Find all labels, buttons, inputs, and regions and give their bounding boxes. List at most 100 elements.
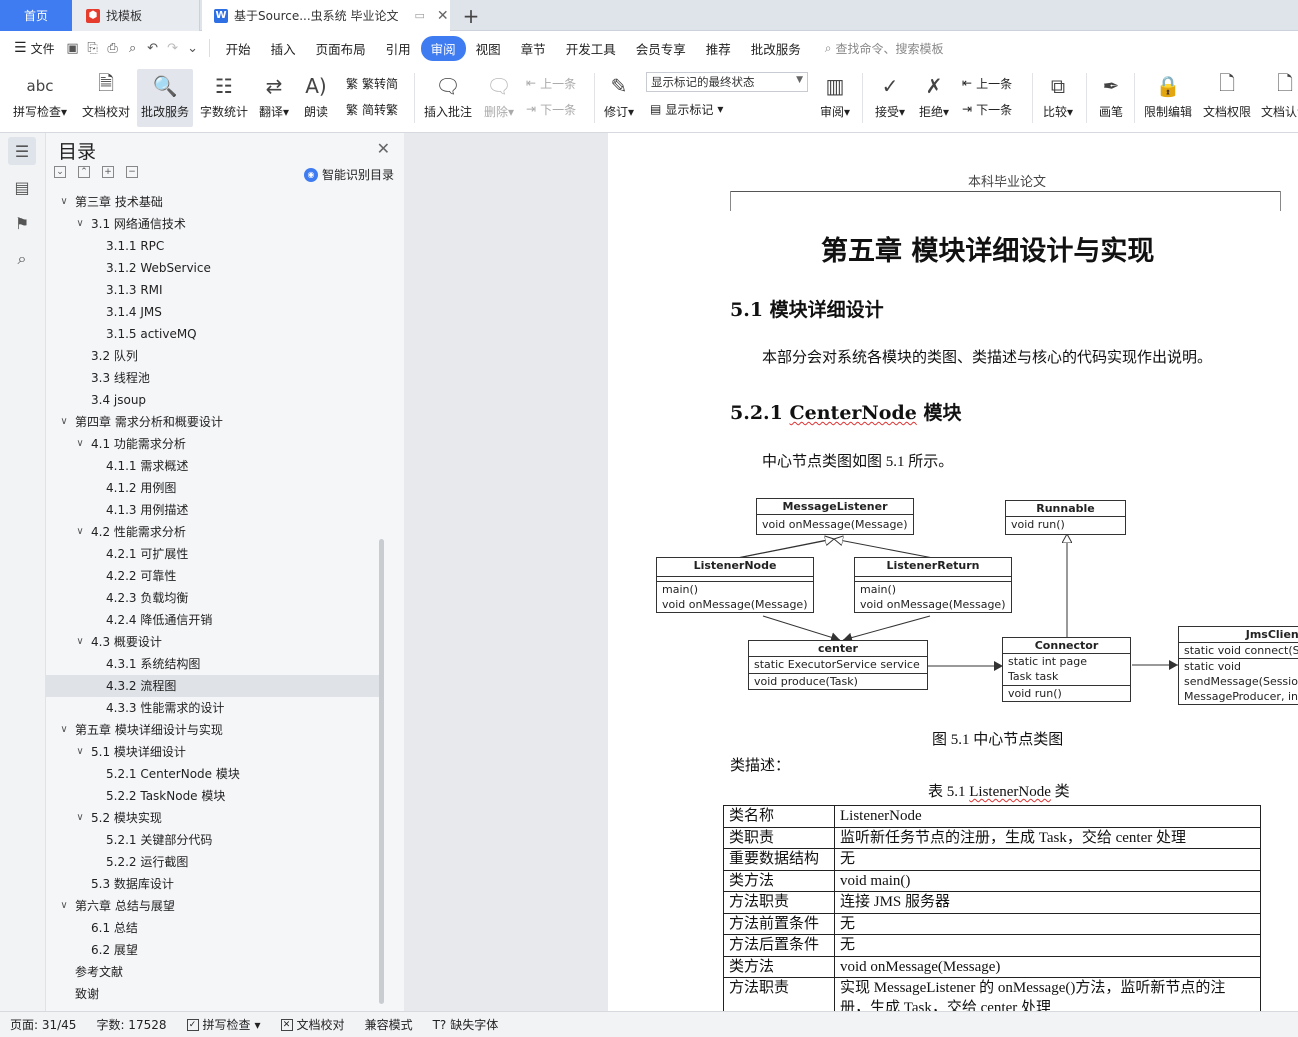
toc-item[interactable]: ∨ 4.3 概要设计 xyxy=(46,631,380,653)
toc-item[interactable]: 4.3.1 系统结构图 xyxy=(46,653,380,675)
reject-button[interactable]: ✗ 拒绝▾ xyxy=(914,69,954,127)
preview-icon[interactable]: ⌕ xyxy=(123,38,143,58)
command-search[interactable]: ⌕ 查找命令、搜索模板 xyxy=(825,40,944,57)
word-count-button[interactable]: ☷ 字数统计 xyxy=(197,69,251,127)
doc-permission-button[interactable]: 🗋 文档权限 xyxy=(1200,69,1254,127)
missing-font-button[interactable]: T? 缺失字体 xyxy=(423,1016,509,1033)
toc-item[interactable]: ∨ 4.1 功能需求分析 xyxy=(46,433,380,455)
expand-all-icon[interactable]: ⌄ xyxy=(54,166,66,178)
toc-item[interactable]: 6.2 展望 xyxy=(46,939,380,961)
toc-item[interactable]: 致谢 xyxy=(46,983,380,1005)
undo-icon[interactable]: ↶ xyxy=(143,38,163,58)
print-icon[interactable]: ⎙ xyxy=(103,38,123,58)
chevron-down-icon[interactable]: ∨ xyxy=(58,719,70,741)
chevron-down-icon[interactable]: ∨ xyxy=(74,807,86,829)
toc-item[interactable]: 5.2.2 运行截图 xyxy=(46,851,380,873)
markup-state-select[interactable]: 显示标记的最终状态 ▼ xyxy=(646,72,808,92)
toc-item[interactable]: 3.1.1 RPC xyxy=(46,235,380,257)
menu-tab[interactable]: 会员专享 xyxy=(626,39,696,58)
menu-tab[interactable]: 章节 xyxy=(511,39,556,58)
accept-button[interactable]: ✓ 接受▾ xyxy=(870,69,910,127)
menu-tab[interactable]: 视图 xyxy=(466,39,511,58)
toc-item[interactable]: ∨ 第五章 模块详细设计与实现 xyxy=(46,719,380,741)
toc-item[interactable]: 4.2.2 可靠性 xyxy=(46,565,380,587)
prev-change-button[interactable]: ⇤ 上一条 xyxy=(962,73,1012,93)
toc-item[interactable]: ∨ 3.1 网络通信技术 xyxy=(46,213,380,235)
menu-tab[interactable]: 开发工具 xyxy=(556,39,626,58)
toc-item[interactable]: 3.2 队列 xyxy=(46,345,380,367)
toc-panel-icon[interactable]: ☰ xyxy=(8,137,36,165)
chevron-down-icon[interactable]: ∨ xyxy=(74,521,86,543)
toc-item[interactable]: 6.1 总结 xyxy=(46,917,380,939)
toc-item[interactable]: 5.3 数据库设计 xyxy=(46,873,380,895)
toc-item[interactable]: 4.3.2 流程图 xyxy=(46,675,380,697)
simp-to-trad-button[interactable]: 繁简转繁 xyxy=(346,99,398,119)
toc-item[interactable]: ∨ 第六章 总结与展望 xyxy=(46,895,380,917)
menu-tab[interactable]: 批改服务 xyxy=(741,39,811,58)
toc-item[interactable]: ∨ 第四章 需求分析和概要设计 xyxy=(46,411,380,433)
chevron-down-icon[interactable]: ∨ xyxy=(74,741,86,763)
menu-tab[interactable]: 推荐 xyxy=(696,39,741,58)
tab-document[interactable]: W 基于Source...虫系统 毕业论文 ▭ ✕ xyxy=(202,0,450,31)
spell-check-toggle[interactable]: ✓ 拼写检查 ▾ xyxy=(177,1016,271,1033)
toc-item[interactable]: 3.1.4 JMS xyxy=(46,301,380,323)
add-heading-icon[interactable]: + xyxy=(102,166,114,178)
toc-item[interactable]: 3.1.2 WebService xyxy=(46,257,380,279)
chevron-down-icon[interactable]: ∨ xyxy=(74,213,86,235)
bookmark-icon[interactable]: ⚑ xyxy=(8,209,36,237)
toc-item[interactable]: 4.2.3 负载均衡 xyxy=(46,587,380,609)
prev-comment-button[interactable]: ⇤ 上一条 xyxy=(526,73,576,93)
toc-scrollbar[interactable] xyxy=(379,539,384,1004)
toc-item[interactable]: 4.1.2 用例图 xyxy=(46,477,380,499)
doc-check-button[interactable]: 🗎 文档校对 xyxy=(78,69,134,127)
brush-button[interactable]: ✒ 画笔 xyxy=(1094,69,1128,127)
restrict-edit-button[interactable]: 🔒 限制编辑 xyxy=(1140,69,1196,127)
menu-tab[interactable]: 页面布局 xyxy=(306,39,376,58)
chevron-down-icon[interactable]: ∨ xyxy=(58,895,70,917)
menu-tab[interactable]: 开始 xyxy=(216,39,261,58)
tab-template[interactable]: ⬢ 找模板 xyxy=(72,0,200,31)
smart-toc-button[interactable]: ◉ 智能识别目录 xyxy=(303,166,394,183)
menu-tab[interactable]: 引用 xyxy=(376,39,421,58)
remove-heading-icon[interactable]: − xyxy=(126,166,138,178)
next-change-button[interactable]: ⇥ 下一条 xyxy=(962,99,1012,119)
toc-item[interactable]: 3.3 线程池 xyxy=(46,367,380,389)
review-pane-button[interactable]: ▥ 审阅▾ xyxy=(816,69,854,127)
tab-home[interactable]: 首页 xyxy=(0,0,72,31)
chevron-down-icon[interactable]: ∨ xyxy=(74,433,86,455)
find-icon[interactable]: ⌕ xyxy=(8,245,36,273)
word-count-indicator[interactable]: 字数: 17528 xyxy=(86,1016,176,1033)
read-aloud-button[interactable]: A) 朗读 xyxy=(298,69,334,127)
menu-tab[interactable]: 插入 xyxy=(261,39,306,58)
menu-tab[interactable]: 审阅 xyxy=(420,35,466,61)
chevron-down-icon[interactable]: ∨ xyxy=(74,631,86,653)
toc-item[interactable]: 5.2.1 CenterNode 模块 xyxy=(46,763,380,785)
insert-comment-button[interactable]: 🗨 插入批注 xyxy=(420,69,476,127)
correction-service-button[interactable]: 🔍 批改服务 xyxy=(137,69,193,127)
toc-item[interactable]: 3.1.5 activeMQ xyxy=(46,323,380,345)
chapter-nav-icon[interactable]: ▤ xyxy=(8,173,36,201)
toc-item[interactable]: 4.1.1 需求概述 xyxy=(46,455,380,477)
toc-item[interactable]: 5.2.1 关键部分代码 xyxy=(46,829,380,851)
toc-item[interactable]: ∨ 5.2 模块实现 xyxy=(46,807,380,829)
monitor-icon[interactable]: ▭ xyxy=(414,9,424,22)
next-comment-button[interactable]: ⇥ 下一条 xyxy=(526,99,576,119)
toc-item[interactable]: 参考文献 xyxy=(46,961,380,983)
track-changes-button[interactable]: ✎ 修订▾ xyxy=(600,69,638,127)
new-tab-button[interactable]: + xyxy=(458,0,484,31)
doc-cert-button[interactable]: 🗋 文档认证 xyxy=(1258,69,1298,127)
toc-item[interactable]: 3.4 jsoup xyxy=(46,389,380,411)
more-quick-icon[interactable]: ⌄ xyxy=(183,38,203,58)
translate-button[interactable]: ⇄ 翻译▾ xyxy=(254,69,294,127)
page-indicator[interactable]: 页面: 31/45 xyxy=(0,1016,86,1033)
collapse-all-icon[interactable]: ⌃ xyxy=(78,166,90,178)
toc-item[interactable]: ∨ 4.2 性能需求分析 xyxy=(46,521,380,543)
close-tab-icon[interactable]: ✕ xyxy=(437,8,449,24)
file-menu[interactable]: ☰ 文件 xyxy=(0,40,63,57)
delete-comment-button[interactable]: 🗨 删除▾ xyxy=(480,69,518,127)
chevron-down-icon[interactable]: ∨ xyxy=(58,411,70,433)
doc-check-toggle[interactable]: ✕ 文档校对 xyxy=(271,1016,355,1033)
chevron-down-icon[interactable]: ∨ xyxy=(58,191,70,213)
save-icon[interactable]: ▣ xyxy=(63,38,83,58)
show-markup-button[interactable]: ▤ 显示标记 ▾ xyxy=(650,99,723,119)
